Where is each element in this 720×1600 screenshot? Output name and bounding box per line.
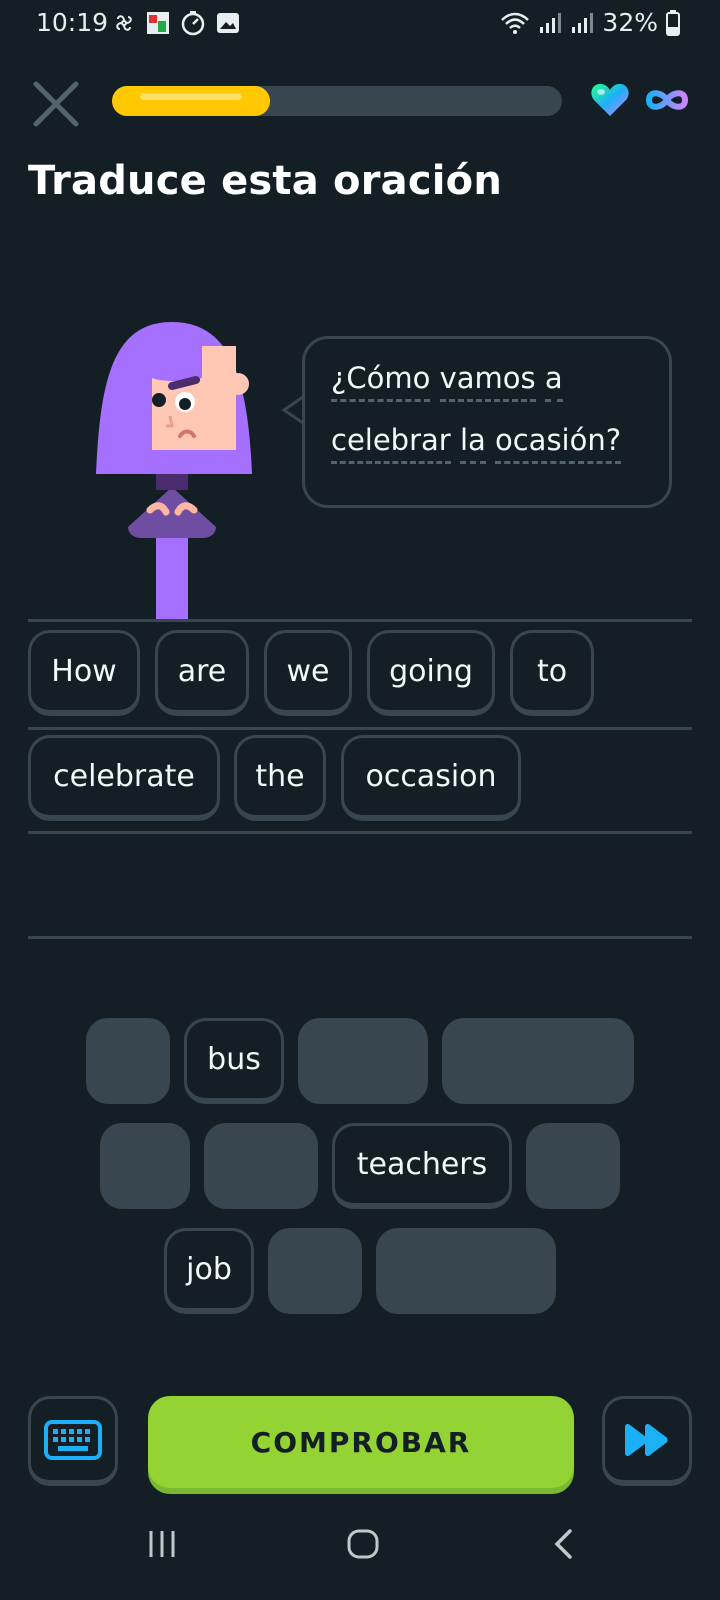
lesson-progress-bar	[112, 86, 562, 116]
answer-tile[interactable]: the	[234, 735, 326, 821]
answer-line	[28, 831, 692, 834]
answer-tile[interactable]: to	[510, 630, 594, 716]
heart-icon	[591, 83, 629, 116]
recent-apps-button[interactable]	[146, 1528, 178, 1564]
battery-percent: 32%	[602, 8, 658, 37]
answer-tile[interactable]: we	[264, 630, 352, 716]
wifi-icon	[501, 12, 530, 34]
prompt-word[interactable]: celebrar	[331, 423, 451, 464]
close-icon	[33, 81, 79, 127]
status-time: 10:19	[36, 8, 109, 37]
infinity-icon	[645, 90, 689, 110]
home-icon	[347, 1529, 379, 1559]
infinity-hearts	[644, 86, 690, 114]
recent-apps-icon	[149, 1531, 175, 1557]
speech-bubble: ¿Cómo vamos a celebrar la ocasión?	[302, 336, 672, 508]
prompt-line-2: celebrar la ocasión?	[331, 423, 622, 464]
word-bank-slot-empty	[526, 1123, 620, 1209]
character-illustration	[96, 322, 252, 620]
keyboard-icon	[44, 1419, 102, 1460]
pinwheel-icon	[116, 15, 132, 31]
answer-line	[28, 936, 692, 939]
word-bank-tile[interactable]: job	[164, 1228, 254, 1314]
fast-forward-icon	[625, 1423, 668, 1456]
prompt-word[interactable]: la	[459, 423, 486, 464]
back-button[interactable]	[552, 1528, 576, 1564]
word-bank-slot-empty	[442, 1018, 634, 1104]
word-bank-slot-empty	[204, 1123, 318, 1209]
word-bank-tile[interactable]: teachers	[332, 1123, 512, 1209]
signal-icon-2	[572, 12, 594, 33]
home-button[interactable]	[346, 1528, 380, 1564]
progress-shine	[140, 93, 242, 100]
hearts-indicator[interactable]	[590, 82, 630, 118]
progress-fill	[112, 86, 270, 116]
lily-character	[92, 322, 262, 620]
prompt-word[interactable]: a	[544, 361, 563, 402]
status-notification-icons	[112, 10, 240, 36]
word-bank-slot-empty	[86, 1018, 170, 1104]
close-button[interactable]	[28, 76, 84, 132]
battery-icon	[666, 9, 680, 36]
answer-line	[28, 727, 692, 730]
word-bank-slot-empty	[100, 1123, 190, 1209]
app-notification-icon	[147, 12, 169, 34]
timer-icon	[181, 11, 205, 36]
prompt-word[interactable]: ¿Cómo	[331, 361, 431, 402]
answer-tile[interactable]: are	[155, 630, 249, 716]
answer-tile[interactable]: How	[28, 630, 140, 716]
exercise-title: Traduce esta oración	[28, 158, 503, 204]
prompt-word[interactable]: ocasión?	[494, 423, 622, 464]
check-button[interactable]: COMPROBAR	[148, 1396, 574, 1488]
word-bank-slot-empty	[376, 1228, 556, 1314]
keyboard-button[interactable]	[28, 1396, 118, 1486]
gallery-icon	[217, 13, 239, 33]
status-right: 32%	[500, 8, 680, 37]
answer-line	[28, 619, 692, 622]
prompt-word[interactable]: vamos	[439, 361, 536, 402]
word-bank-tile[interactable]: bus	[184, 1018, 284, 1104]
back-icon	[554, 1529, 572, 1559]
word-bank-slot-empty	[268, 1228, 362, 1314]
word-bank-slot-empty	[298, 1018, 428, 1104]
prompt-line-1: ¿Cómo vamos a	[331, 361, 563, 402]
answer-tile[interactable]: occasion	[341, 735, 521, 821]
answer-tile[interactable]: celebrate	[28, 735, 220, 821]
skip-button[interactable]	[602, 1396, 692, 1486]
answer-tile[interactable]: going	[367, 630, 495, 716]
signal-icon-1	[540, 12, 562, 33]
